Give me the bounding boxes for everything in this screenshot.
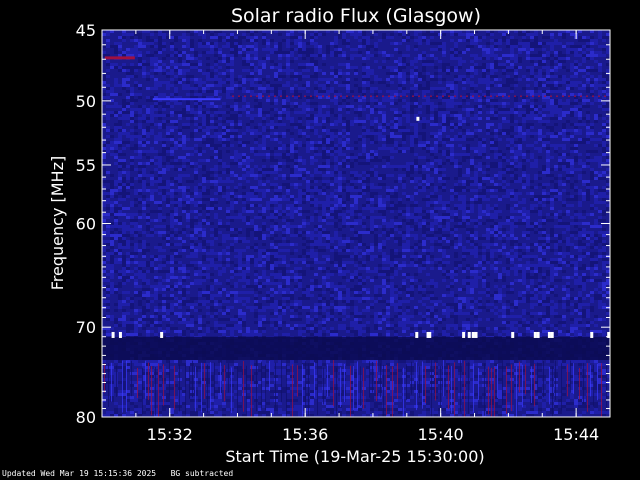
blip: [462, 331, 466, 338]
spectrogram-heatmap: [102, 30, 610, 417]
chart-title: Solar radio Flux (Glasgow): [231, 5, 481, 27]
persistent-band: [102, 336, 610, 361]
blip: [590, 331, 594, 338]
blip: [160, 331, 164, 338]
blue-streak: [152, 98, 221, 101]
blip: [467, 331, 471, 338]
blip: [471, 331, 475, 338]
y-tick-label: 50: [76, 92, 96, 111]
y-tick-label: 55: [76, 156, 96, 175]
footer-updated: Updated Wed Mar 19 15:15:36 2025: [2, 469, 157, 478]
y-tick-label: 80: [76, 408, 96, 427]
bright-spot: [416, 116, 420, 121]
x-tick-label: 15:36: [282, 425, 328, 444]
y-tick-label: 60: [76, 215, 96, 234]
blip: [415, 331, 419, 338]
y-tick-label: 70: [76, 318, 96, 337]
y-tick-label: 45: [76, 21, 96, 40]
blip: [118, 331, 122, 338]
x-tick-label: 15:44: [553, 425, 599, 444]
spectrogram-chart: Solar radio Flux (Glasgow) 455055607080 …: [48, 5, 611, 466]
y-axis-label: Frequency [MHz]: [48, 156, 67, 290]
blip: [511, 331, 515, 338]
blip: [474, 331, 478, 338]
blip: [111, 331, 115, 338]
footer-note: BG subtracted: [170, 469, 234, 478]
blip: [547, 331, 551, 338]
burst-47mhz: [104, 56, 135, 60]
x-axis-label: Start Time (19-Mar-25 15:30:00): [225, 447, 484, 466]
blip: [428, 331, 432, 338]
blip: [550, 331, 554, 338]
blip: [533, 331, 537, 338]
footer: Updated Wed Mar 19 15:15:36 2025 BG subt…: [2, 469, 233, 479]
blip: [536, 331, 540, 338]
x-tick-label: 15:40: [418, 425, 464, 444]
x-tick-label: 15:32: [147, 425, 193, 444]
